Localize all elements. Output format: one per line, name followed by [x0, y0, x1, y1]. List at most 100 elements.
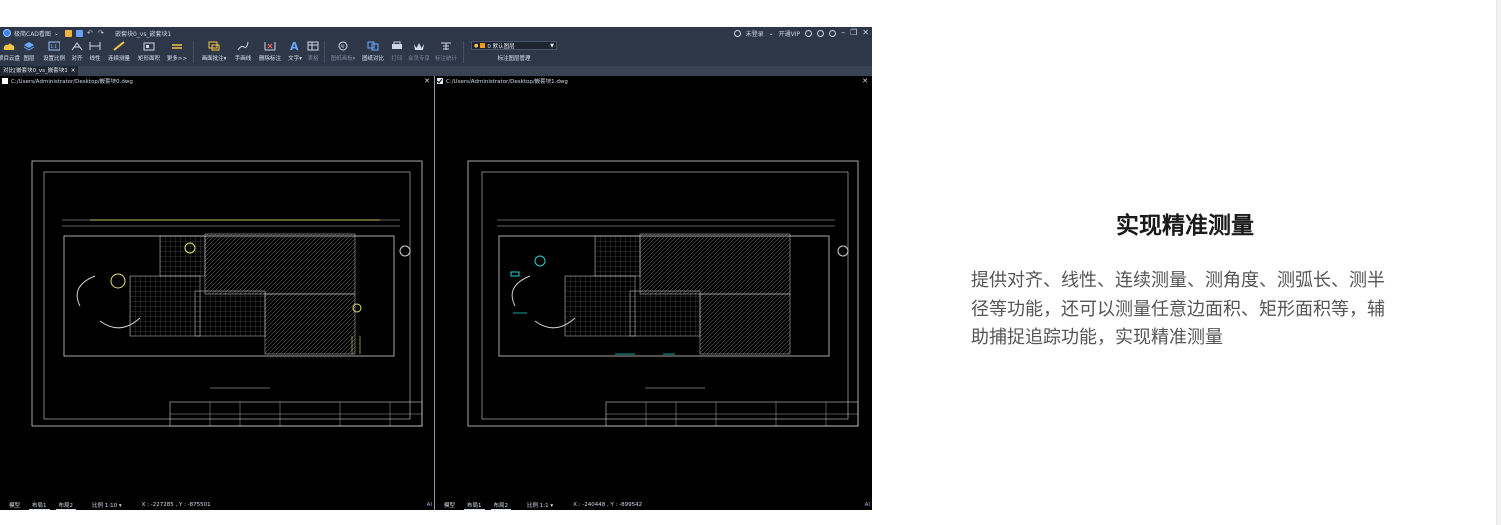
file-path: C:/Users/Administrator/Desktop/嵌套块1.dwg: [446, 79, 568, 85]
ribbon-button-table[interactable]: 表格: [305, 39, 321, 66]
feature-title: 实现精准测量: [1116, 213, 1254, 239]
layer-manage-button[interactable]: 标注图层管理: [497, 54, 530, 62]
svg-text:1:1: 1:1: [51, 44, 58, 49]
viewport-status-bar: 模型 布局1 布局2 比例 1:10 ▾ X : -227285 , Y : -…: [0, 500, 434, 510]
ribbon-button-vip[interactable]: 会员专享: [406, 39, 432, 66]
ribbon-separator: [193, 41, 194, 63]
viewport-left[interactable]: C:/Users/Administrator/Desktop/嵌套块0.dwg …: [0, 76, 434, 510]
save-icon[interactable]: [75, 29, 83, 37]
layers-icon: [23, 41, 35, 51]
align-icon: [71, 41, 83, 51]
layout-tab-2[interactable]: 布局2: [490, 501, 512, 510]
svg-text:A: A: [290, 41, 299, 52]
close-icon[interactable]: ✕: [424, 77, 434, 85]
stats-icon: [440, 41, 452, 51]
ai-label[interactable]: AI: [427, 502, 432, 508]
svg-text:AI: AI: [341, 44, 345, 49]
page: 极简CAD看图 ⌄ ↶ ↷ 嵌套块0_vs_嵌套块1 未登录 ⌄ 开通VIP –…: [0, 0, 1501, 525]
coordinates-readout: X : -240448 , Y : -899542: [573, 502, 643, 508]
cad-drawing[interactable]: [0, 86, 434, 500]
close-icon[interactable]: ✕: [862, 77, 872, 85]
layout-tab-model[interactable]: 模型: [6, 501, 23, 509]
scale-select[interactable]: 比例 1:1 ▾: [527, 501, 553, 509]
ribbon-separator: [324, 41, 325, 63]
title-bar-right: 未登录 ⌄ 开通VIP – ❐ ✕: [733, 29, 872, 38]
file-path: C:/Users/Administrator/Desktop/嵌套块0.dwg: [11, 79, 133, 85]
maximize-icon[interactable]: ❐: [850, 29, 857, 37]
layer-panel: ● 0 默认图层 ▼ 标注图层管理: [471, 41, 557, 62]
page-scrollbar[interactable]: [1496, 0, 1501, 525]
settings-icon[interactable]: [805, 29, 813, 37]
viewport-header: C:/Users/Administrator/Desktop/嵌套块1.dwg …: [435, 76, 872, 86]
vip-link[interactable]: 开通VIP: [779, 29, 801, 38]
ribbon-button-cloud[interactable]: 项目云盘: [0, 39, 20, 66]
ribbon-button-print[interactable]: 打印: [388, 39, 406, 66]
open-folder-icon[interactable]: [64, 29, 72, 37]
quick-access-toolbar: ↶ ↷: [64, 29, 105, 37]
undo-icon[interactable]: ↶: [87, 29, 94, 37]
layout-tab-2[interactable]: 布局2: [55, 501, 77, 510]
ribbon-button-text[interactable]: A 文字▾: [285, 39, 305, 66]
continuous-measure-icon: [113, 41, 125, 51]
rect-area-icon: [143, 41, 155, 51]
close-icon[interactable]: ✕: [71, 66, 76, 76]
vip-icon: [413, 41, 425, 51]
app-title: 极简CAD看图: [14, 30, 51, 38]
redo-icon[interactable]: ↷: [98, 29, 105, 37]
viewport-header: C:/Users/Administrator/Desktop/嵌套块0.dwg …: [0, 76, 434, 86]
layout-tab-1[interactable]: 布局1: [29, 501, 50, 510]
ribbon-button-delete-annotation[interactable]: 删除标注: [255, 39, 285, 66]
login-link[interactable]: 未登录: [746, 29, 764, 38]
layout-tab-model[interactable]: 模型: [441, 501, 458, 509]
viewport-checkbox[interactable]: [437, 78, 443, 84]
ribbon-button-scale[interactable]: 1:1 设置比例: [40, 39, 68, 66]
ribbon-button-align[interactable]: 对齐: [68, 39, 86, 66]
ribbon-button-drawing-board[interactable]: AI 图纸画板▾: [328, 39, 358, 66]
viewport-status-bar: 模型 布局1 布局2 比例 1:1 ▾ X : -240448 , Y : -8…: [435, 500, 872, 510]
lightbulb-icon: ●: [474, 42, 479, 49]
cloud-icon: [3, 41, 15, 51]
print-icon: [391, 41, 403, 51]
layer-select[interactable]: ● 0 默认图层 ▼: [471, 41, 557, 50]
document-tab[interactable]: 对比[嵌套块0_vs_嵌套块1 ✕: [0, 66, 79, 76]
ribbon-separator: [463, 41, 464, 63]
skin-icon[interactable]: [817, 29, 825, 37]
layout-tab-1[interactable]: 布局1: [464, 501, 485, 510]
document-title: 嵌套块0_vs_嵌套块1: [114, 30, 172, 38]
document-tab-strip: 对比[嵌套块0_vs_嵌套块1 ✕: [0, 66, 872, 76]
help-icon[interactable]: [829, 29, 837, 37]
cad-window-screenshot: 极简CAD看图 ⌄ ↶ ↷ 嵌套块0_vs_嵌套块1 未登录 ⌄ 开通VIP –…: [0, 27, 872, 510]
ribbon-button-linear[interactable]: 线性: [86, 39, 104, 66]
ribbon-button-stats[interactable]: 标注统计: [432, 39, 460, 66]
scale-icon: 1:1: [48, 41, 60, 51]
delete-annotation-icon: [264, 41, 276, 51]
text-icon: A: [289, 41, 301, 52]
close-icon[interactable]: ✕: [862, 29, 869, 37]
ribbon-toolbar: 项目云盘 图层 1:1 设置比例 对齐 线性 连续测量 矩形面积 更多>> 画面…: [0, 39, 872, 66]
freehand-icon: [237, 41, 249, 51]
ribbon-button-annotate[interactable]: 画面批注▾: [197, 39, 231, 66]
viewport-checkbox[interactable]: [2, 78, 8, 84]
scale-select[interactable]: 比例 1:10 ▾: [92, 501, 122, 509]
ai-label[interactable]: AI: [865, 502, 870, 508]
compare-viewports: C:/Users/Administrator/Desktop/嵌套块0.dwg …: [0, 76, 872, 510]
cad-drawing[interactable]: [435, 86, 872, 500]
ribbon-button-continuous[interactable]: 连续测量: [104, 39, 134, 66]
viewport-right[interactable]: C:/Users/Administrator/Desktop/嵌套块1.dwg …: [435, 76, 872, 510]
ribbon-button-layers[interactable]: 图层: [18, 39, 40, 66]
annotate-icon: [208, 41, 220, 51]
app-menu[interactable]: 极简CAD看图 ⌄: [0, 29, 59, 38]
ribbon-button-more[interactable]: 更多>>: [164, 39, 190, 66]
ribbon-button-rect-area[interactable]: 矩形面积: [134, 39, 164, 66]
ribbon-button-freehand[interactable]: 手画线: [231, 39, 255, 66]
layer-color-swatch: [480, 43, 486, 48]
coordinates-readout: X : -227285 , Y : -875501: [141, 502, 211, 508]
more-icon: [171, 41, 183, 51]
ribbon-button-compare[interactable]: 图纸对比: [358, 39, 388, 66]
minimize-icon[interactable]: –: [841, 29, 845, 37]
drawing-board-icon: AI: [337, 41, 349, 51]
chevron-down-icon: ▼: [550, 42, 554, 49]
chevron-down-icon: ⌄: [768, 29, 774, 37]
user-icon: [733, 29, 741, 37]
feature-description: 提供对齐、线性、连续测量、测角度、测弧长、测半径等功能，还可以测量任意边面积、矩…: [971, 270, 1385, 348]
